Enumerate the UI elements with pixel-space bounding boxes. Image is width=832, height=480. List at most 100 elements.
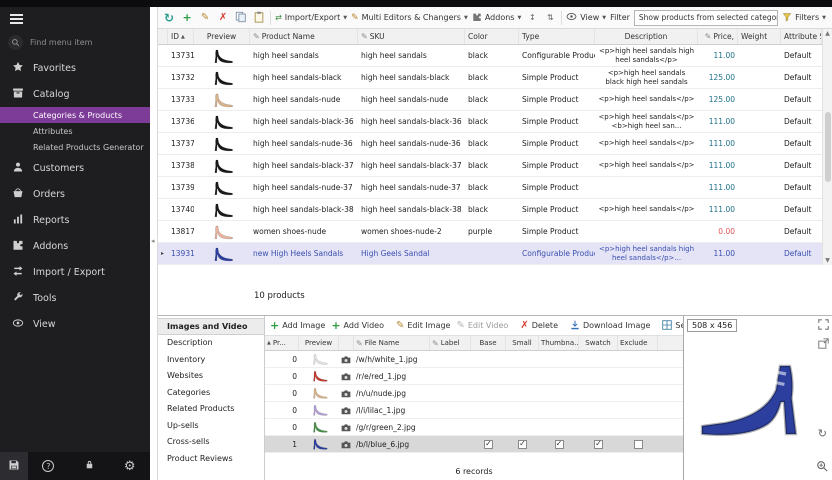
column-header-id[interactable]: ID▲	[168, 29, 194, 44]
product-row[interactable]: 13732high heel sandals-blackhigh heel sa…	[158, 67, 822, 89]
product-row[interactable]: 13731high heel sandalshigh heel sandalsb…	[158, 45, 822, 67]
sidebar-item-addons[interactable]: Addons	[0, 233, 150, 259]
image-row[interactable]: 0/l/i/lilac_1.jpg	[265, 402, 683, 419]
add-image-button[interactable]: +Add Image	[270, 320, 325, 331]
checkbox[interactable]: ✓	[555, 440, 564, 449]
menu-addons[interactable]: Addons ▼	[472, 12, 521, 24]
column-header-type[interactable]: Type	[519, 29, 595, 44]
filters-button[interactable]: Filters ▼	[782, 12, 828, 24]
sidebar-splitter[interactable]: ◂	[150, 7, 158, 480]
column-header-preview[interactable]: Preview	[299, 336, 339, 350]
column-header-preview[interactable]: Preview	[194, 29, 250, 44]
sidebar-item-orders[interactable]: Orders	[0, 181, 150, 207]
column-header-swatch[interactable]: Swatch	[579, 336, 618, 350]
sidebar-item-reports[interactable]: Reports	[0, 207, 150, 233]
settings-button[interactable]: ⚙	[109, 459, 150, 474]
camera-icon	[339, 368, 354, 384]
checkbox[interactable]: ✓	[594, 440, 603, 449]
lock-button[interactable]	[69, 459, 110, 473]
image-row[interactable]: 0/w/h/white_1.jpg	[265, 351, 683, 368]
product-row[interactable]: 13738high heel sandals-black-37high heel…	[158, 155, 822, 177]
product-row[interactable]: 13733high heel sandals-nudehigh heel san…	[158, 89, 822, 111]
product-row[interactable]: 13736high heel sandals-black-36high heel…	[158, 111, 822, 133]
checkbox[interactable]: ✓	[484, 440, 493, 449]
sidebar-item-customers[interactable]: Customers	[0, 155, 150, 181]
fit-columns-button[interactable]: ⇅	[543, 10, 557, 26]
product-row[interactable]: ▸13931new High Heels SandalsHigh Geels S…	[158, 243, 822, 265]
tab-related-products[interactable]: Related Products	[158, 401, 264, 418]
column-header-thumbnail[interactable]: Thumbna...	[539, 336, 579, 350]
edit-product-button[interactable]: ✎	[198, 10, 212, 26]
tab-cross-sells[interactable]: Cross-sells	[158, 434, 264, 451]
column-header-attribute-set[interactable]: Attribute Set Name	[781, 29, 822, 44]
tab-categories[interactable]: Categories	[158, 384, 264, 401]
tab-inventory[interactable]: Inventory	[158, 351, 264, 368]
product-row[interactable]: 13817women shoes-nudewomen shoes-nude-2p…	[158, 221, 822, 243]
delete-image-button[interactable]: ✗Delete	[520, 320, 558, 331]
category-filter-select[interactable]: Show products from selected categories ▼	[634, 10, 778, 26]
row-height-button[interactable]: ↕	[525, 10, 539, 26]
column-header-description[interactable]: Description	[595, 29, 698, 44]
column-header-product-name[interactable]: ✎Product Name	[250, 29, 358, 44]
open-external-button[interactable]	[818, 338, 829, 352]
sidebar-item-related-products-generator[interactable]: Related Products Generator	[0, 139, 150, 155]
checkbox[interactable]	[634, 440, 643, 449]
tab-websites[interactable]: Websites	[158, 368, 264, 385]
sidebar-search-input[interactable]: Find menu item	[0, 29, 150, 55]
image-row[interactable]: 0/r/e/red_1.jpg	[265, 368, 683, 385]
image-row[interactable]: 0/n/u/nude.jpg	[265, 385, 683, 402]
sidebar-item-view[interactable]: View	[0, 311, 150, 337]
product-row[interactable]: 13739high heel sandals-nude-37high heel …	[158, 177, 822, 199]
image-row[interactable]: 0/g/r/green_2.jpg	[265, 419, 683, 436]
column-header-sku[interactable]: ✎SKU	[358, 29, 465, 44]
sidebar-item-catalog[interactable]: Catalog	[0, 81, 150, 107]
hamburger-menu-button[interactable]	[0, 7, 150, 29]
cell-thumb-flag: ✓	[539, 436, 579, 452]
tab-product-reviews[interactable]: Product Reviews	[158, 450, 264, 467]
sidebar-item-attributes[interactable]: Attributes	[0, 123, 150, 139]
tab-description[interactable]: Description	[158, 335, 264, 352]
help-button[interactable]: ?	[28, 460, 69, 472]
scrollbar-thumb[interactable]	[825, 112, 831, 182]
menu-view[interactable]: View ▼	[566, 12, 606, 23]
column-header-position[interactable]: ▲Pr...	[265, 336, 299, 350]
orders-icon	[12, 187, 24, 202]
sidebar-item-tools[interactable]: Tools	[0, 285, 150, 311]
image-row[interactable]: 1/b/l/blue_6.jpg✓✓✓✓	[265, 436, 683, 453]
column-header-color[interactable]: Color	[465, 29, 519, 44]
vertical-scrollbar[interactable]: ▲ ▼	[822, 29, 832, 265]
save-settings-button[interactable]	[0, 452, 28, 480]
cell-base-flag	[471, 419, 506, 435]
price-value: 125.00	[701, 73, 735, 82]
checkbox[interactable]: ✓	[518, 440, 527, 449]
copy-button[interactable]	[234, 10, 248, 26]
sidebar-item-categories-products[interactable]: Categories & Products	[0, 107, 150, 123]
product-row[interactable]: 13740high heel sandals-black-38high heel…	[158, 199, 822, 221]
sidebar-item-favorites[interactable]: Favorites	[0, 55, 150, 81]
edit-image-button[interactable]: ✎Edit Image	[396, 320, 450, 331]
tab-up-sells[interactable]: Up-sells	[158, 417, 264, 434]
zoom-button[interactable]	[816, 460, 828, 475]
column-header-weight[interactable]: Weight	[738, 29, 781, 44]
download-image-button[interactable]: Download Image	[570, 320, 650, 332]
column-header-exclude[interactable]: Exclude	[618, 336, 658, 350]
column-header-small[interactable]: Small	[506, 336, 539, 350]
menu-multi-editors[interactable]: ✎ Multi Editors & Changers ▼	[351, 13, 468, 23]
sidebar-item-label: Favorites	[33, 63, 76, 74]
column-header-base[interactable]: Base	[471, 336, 506, 350]
column-header-price[interactable]: ✎Price,	[698, 29, 738, 44]
refresh-button[interactable]: ↻	[162, 10, 176, 26]
delete-product-button[interactable]: ✗	[216, 10, 230, 26]
column-header-file-name[interactable]: ✎File Name	[354, 336, 430, 350]
add-product-button[interactable]: +	[180, 10, 194, 26]
sidebar-item-import-export[interactable]: Import / Export	[0, 259, 150, 285]
fullscreen-button[interactable]	[818, 319, 829, 333]
paste-button[interactable]	[252, 10, 266, 26]
menu-import-export[interactable]: ⇄ Import/Export ▼	[275, 13, 347, 22]
product-image[interactable]	[692, 324, 824, 472]
rotate-button[interactable]: ↻	[818, 427, 827, 440]
product-row[interactable]: 13737high heel sandals-nude-36high heel …	[158, 133, 822, 155]
tab-images-and-video[interactable]: Images and Video	[158, 318, 264, 335]
add-video-button[interactable]: +Add Video	[331, 320, 384, 331]
column-header-label[interactable]: ✎Label	[430, 336, 471, 350]
